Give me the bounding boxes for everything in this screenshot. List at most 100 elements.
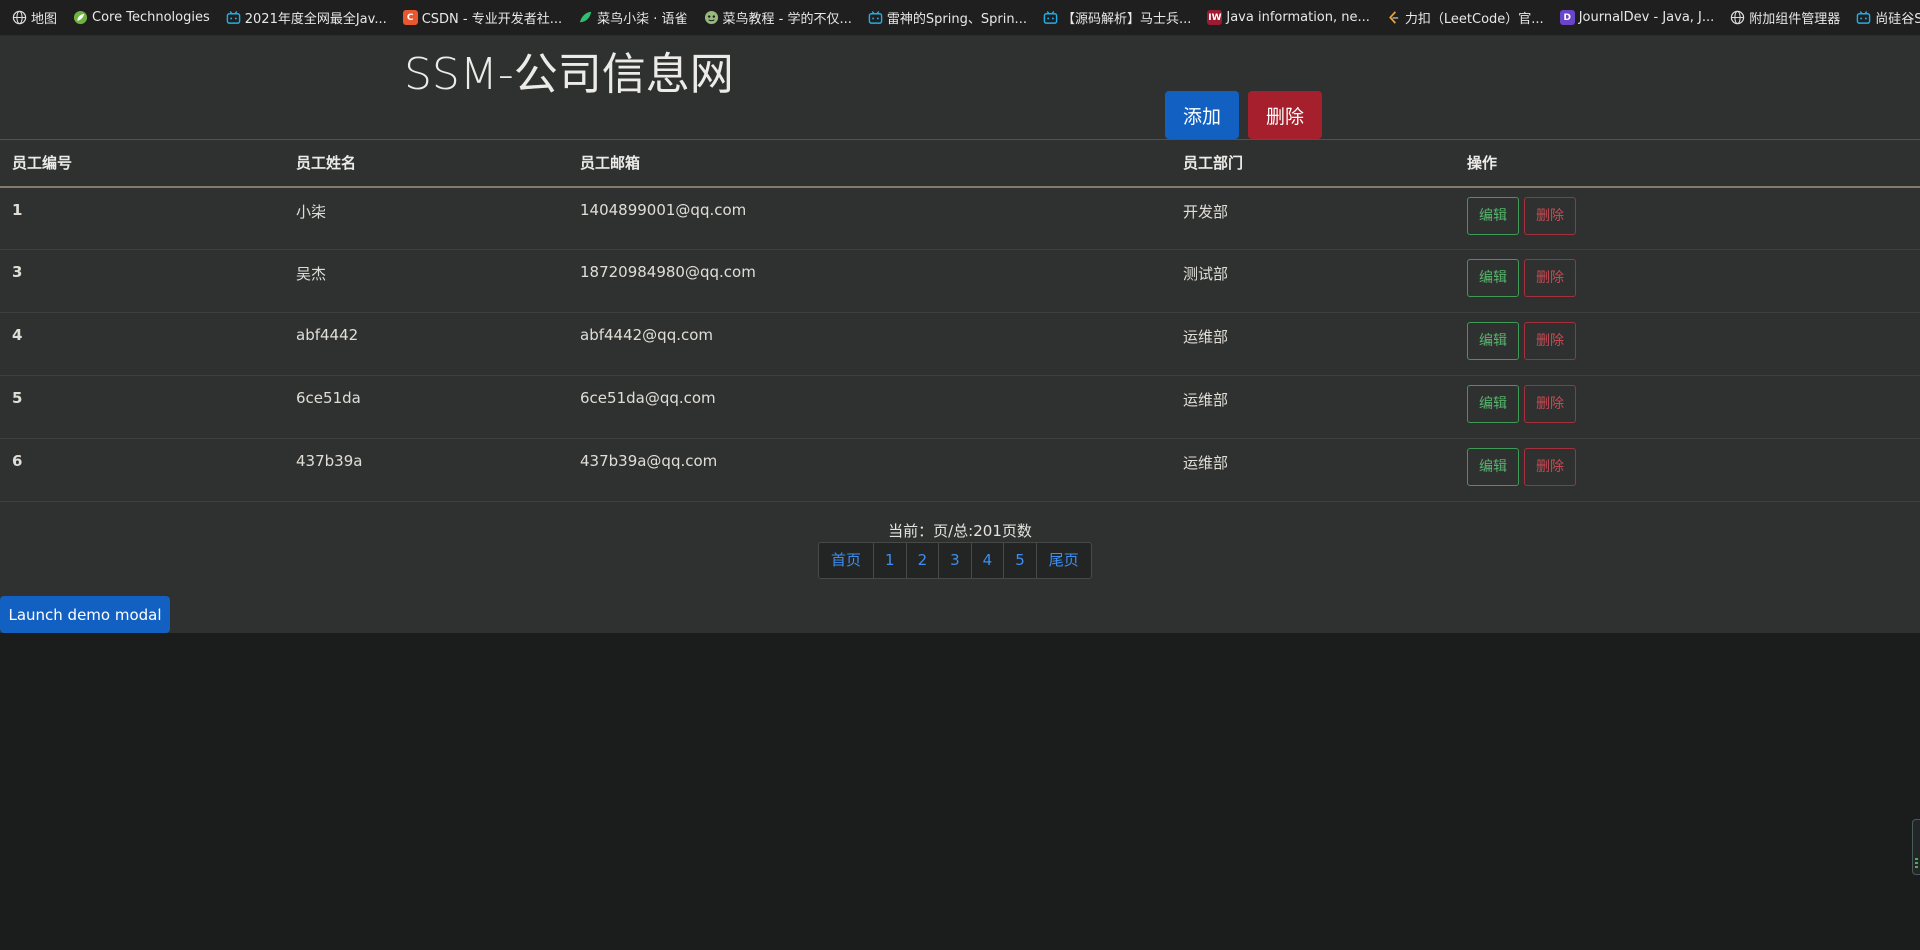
side-widget-handle[interactable] bbox=[1912, 819, 1920, 875]
table-header: 员工编号 员工姓名 员工邮箱 员工部门 操作 bbox=[0, 139, 1920, 187]
pagination-first[interactable]: 首页 bbox=[819, 543, 873, 578]
bookmark-item[interactable]: 尚硅谷SSM框架实战... bbox=[1856, 8, 1920, 27]
table-row: 3 吴杰 18720984980@qq.com 测试部 编辑 删除 bbox=[0, 250, 1920, 313]
side-widget-bar-icon bbox=[1915, 862, 1918, 864]
cell-dept: 测试部 bbox=[1183, 265, 1229, 283]
cell-id: 6 bbox=[12, 452, 23, 470]
csdn-icon: C bbox=[402, 10, 418, 25]
bookmark-item[interactable]: 2021年度全网最全Jav... bbox=[226, 8, 387, 27]
pagination-page-3[interactable]: 3 bbox=[938, 543, 971, 578]
bookmark-label: 雷神的Spring、Sprin... bbox=[886, 12, 1027, 27]
remove-button[interactable]: 删除 bbox=[1524, 448, 1576, 486]
bookmark-label: CSDN - 专业开发者社... bbox=[421, 12, 563, 27]
bookmark-item[interactable]: IW Java information, ne... bbox=[1207, 10, 1370, 25]
cell-name: 6ce51da bbox=[296, 389, 361, 407]
bookmark-label: Java information, ne... bbox=[1226, 10, 1370, 25]
bookmark-item[interactable]: 菜鸟小柒 · 语雀 bbox=[578, 8, 688, 27]
journaldev-icon: D bbox=[1559, 10, 1575, 25]
cell-dept: 运维部 bbox=[1183, 454, 1229, 472]
bookmark-label: 地图 bbox=[31, 12, 58, 27]
pagination-page-5[interactable]: 5 bbox=[1003, 543, 1036, 578]
cell-name: 437b39a bbox=[296, 452, 363, 470]
pagination: 首页 1 2 3 4 5 尾页 bbox=[818, 542, 1092, 579]
bookmark-label: Core Technologies bbox=[92, 10, 210, 25]
bookmark-item[interactable]: 菜鸟教程 - 学的不仅... bbox=[704, 8, 852, 27]
edit-button[interactable]: 编辑 bbox=[1467, 259, 1519, 297]
cell-dept: 开发部 bbox=[1183, 202, 1229, 221]
column-header-email: 员工邮箱 bbox=[580, 154, 641, 173]
bilibili-icon bbox=[226, 10, 241, 25]
spring-leaf-icon bbox=[73, 10, 88, 25]
bookmark-item[interactable]: 【源码解析】马士兵... bbox=[1043, 8, 1191, 27]
bookmark-item[interactable]: 地图 bbox=[12, 8, 57, 27]
cell-email: 18720984980@qq.com bbox=[580, 263, 756, 281]
table-row: 4 abf4442 abf4442@qq.com 运维部 编辑 删除 bbox=[0, 313, 1920, 376]
infoworld-icon: IW bbox=[1207, 10, 1223, 25]
bookmark-label: 【源码解析】马士兵... bbox=[1061, 12, 1192, 27]
cell-email: 1404899001@qq.com bbox=[580, 200, 747, 219]
cell-id: 3 bbox=[12, 263, 23, 281]
cell-id: 5 bbox=[12, 389, 23, 407]
column-header-id: 员工编号 bbox=[12, 154, 73, 173]
bookmark-label: JournalDev - Java, J... bbox=[1578, 10, 1715, 25]
table-body: 1 小柒 1404899001@qq.com 开发部 编辑 删除 3 吴杰 1872098498… bbox=[0, 187, 1920, 502]
table-header-row: 员工编号 员工姓名 员工邮箱 员工部门 操作 bbox=[0, 139, 1920, 187]
column-header-actions: 操作 bbox=[1467, 154, 1498, 173]
pagination-page-2[interactable]: 2 bbox=[905, 543, 939, 578]
cell-actions: 编辑 删除 bbox=[1455, 187, 1920, 250]
cell-dept: 运维部 bbox=[1183, 391, 1229, 409]
cell-name: abf4442 bbox=[296, 326, 359, 344]
bookmark-item[interactable]: Core Technologies bbox=[73, 10, 210, 25]
bookmark-label: 尚硅谷SSM框架实战... bbox=[1875, 12, 1920, 27]
bilibili-icon bbox=[1856, 10, 1871, 25]
bookmark-label: 菜鸟小柒 · 语雀 bbox=[597, 12, 688, 27]
remove-button[interactable]: 删除 bbox=[1524, 385, 1576, 423]
page-title: SSM-公司信息网 bbox=[404, 49, 734, 100]
pagination-page-1[interactable]: 1 bbox=[873, 543, 906, 578]
cell-actions: 编辑 删除 bbox=[1455, 376, 1920, 439]
table-row: 6 437b39a 437b39a@qq.com 运维部 编辑 删除 bbox=[0, 439, 1920, 502]
cell-email: 6ce51da@qq.com bbox=[580, 389, 716, 407]
bookmark-item[interactable]: 力扣（LeetCode）官... bbox=[1386, 8, 1544, 27]
edit-button[interactable]: 编辑 bbox=[1467, 385, 1519, 423]
table-row: 1 小柒 1404899001@qq.com 开发部 编辑 删除 bbox=[0, 187, 1920, 250]
cell-name: 小柒 bbox=[296, 202, 327, 221]
bookmark-item[interactable]: 附加组件管理器 bbox=[1730, 8, 1840, 27]
pagination-page-4[interactable]: 4 bbox=[970, 543, 1004, 578]
pagination-info: 当前：页/总:201页数 bbox=[888, 522, 1032, 540]
runoob-icon bbox=[704, 10, 719, 25]
bookmarks-bar: 地图 Core Technologies 2021年度全网最全Jav... C CSDN… bbox=[0, 0, 1920, 36]
bookmark-label: 2021年度全网最全Jav... bbox=[244, 12, 387, 27]
bilibili-icon bbox=[1043, 10, 1058, 25]
app-panel: SSM-公司信息网 添加 删除 员工编号 员工姓名 员工邮箱 员工部门 操作 1… bbox=[0, 36, 1920, 633]
remove-button[interactable]: 删除 bbox=[1524, 322, 1576, 360]
remove-button[interactable]: 删除 bbox=[1524, 259, 1576, 297]
yuque-icon bbox=[578, 10, 593, 25]
launch-demo-modal-button[interactable]: Launch demo modal bbox=[0, 596, 170, 633]
edit-button[interactable]: 编辑 bbox=[1467, 196, 1519, 235]
delete-employees-button[interactable]: 删除 bbox=[1248, 91, 1322, 139]
cell-actions: 编辑 删除 bbox=[1455, 313, 1920, 376]
side-widget-bar-icon bbox=[1915, 858, 1918, 860]
bookmark-item[interactable]: C CSDN - 专业开发者社... bbox=[402, 8, 563, 27]
bookmark-label: 力扣（LeetCode）官... bbox=[1404, 12, 1544, 27]
cell-id: 1 bbox=[12, 200, 23, 219]
add-employee-button[interactable]: 添加 bbox=[1165, 91, 1239, 139]
edit-button[interactable]: 编辑 bbox=[1467, 448, 1519, 486]
cell-actions: 编辑 删除 bbox=[1455, 439, 1920, 502]
pagination-last[interactable]: 尾页 bbox=[1035, 543, 1091, 578]
column-header-name: 员工姓名 bbox=[296, 154, 357, 173]
bookmark-item[interactable]: D JournalDev - Java, J... bbox=[1559, 10, 1715, 25]
edit-button[interactable]: 编辑 bbox=[1467, 322, 1519, 360]
cell-id: 4 bbox=[12, 326, 23, 344]
bookmark-label: 附加组件管理器 bbox=[1749, 12, 1841, 27]
globe-icon bbox=[1730, 10, 1745, 25]
table-row: 5 6ce51da 6ce51da@qq.com 运维部 编辑 删除 bbox=[0, 376, 1920, 439]
column-header-department: 员工部门 bbox=[1183, 154, 1244, 173]
cell-name: 吴杰 bbox=[296, 265, 327, 283]
cell-email: 437b39a@qq.com bbox=[580, 452, 718, 470]
remove-button[interactable]: 删除 bbox=[1524, 196, 1576, 235]
side-widget-bar-icon bbox=[1915, 866, 1918, 868]
bookmark-item[interactable]: 雷神的Spring、Sprin... bbox=[868, 8, 1027, 27]
globe-icon bbox=[12, 10, 27, 25]
